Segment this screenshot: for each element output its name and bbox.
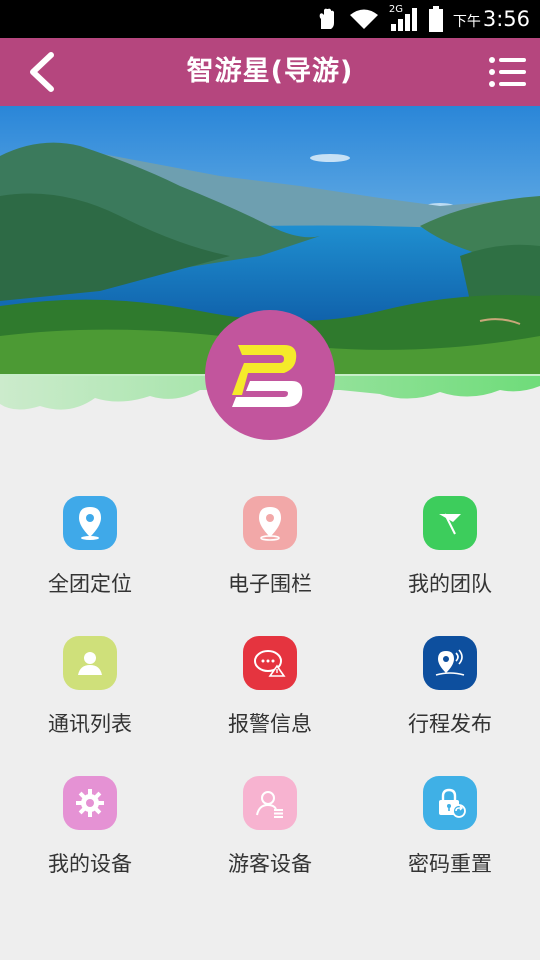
time-period: 下午 (452, 14, 481, 30)
menu-item-label: 电子围栏 (228, 572, 312, 596)
alarm-message-icon (243, 636, 297, 690)
location-pin-icon (63, 496, 117, 550)
grid-row: 全团定位 电子围栏 我的团队 (0, 480, 540, 600)
tourist-device-icon (243, 776, 297, 830)
menu-item-contact-list[interactable]: 通讯列表 (0, 620, 180, 740)
app-bar: 智游星(导游) (0, 38, 540, 106)
glove-notification-icon (319, 8, 334, 29)
menu-item-label: 我的设备 (48, 852, 132, 876)
wifi-icon (349, 9, 378, 29)
menu-item-label: 游客设备 (228, 852, 312, 876)
app-logo (205, 310, 335, 440)
menu-item-label: 全团定位 (48, 572, 132, 596)
lock-reset-icon (423, 776, 477, 830)
time: 3:56 (482, 7, 530, 31)
menu-item-alarm-info[interactable]: 报警信息 (180, 620, 360, 740)
clock: 下午 3:56 (453, 7, 530, 31)
menu-item-label: 密码重置 (408, 852, 492, 876)
menu-item-password-reset[interactable]: 密码重置 (360, 760, 540, 880)
menu-item-geofence[interactable]: 电子围栏 (180, 480, 360, 600)
team-flag-icon (423, 496, 477, 550)
list-menu-icon (489, 57, 526, 87)
grid-row: 我的设备 游客设备 密码重置 (0, 760, 540, 880)
battery-icon (428, 6, 443, 32)
itinerary-broadcast-icon (423, 636, 477, 690)
page-title: 智游星(导游) (186, 56, 354, 87)
fence-pin-icon (243, 496, 297, 550)
grid-row: 通讯列表 报警信息 行程发布 (0, 620, 540, 740)
menu-item-tourist-device[interactable]: 游客设备 (180, 760, 360, 880)
status-icons: 2G 下午 3:56 (317, 0, 530, 38)
menu-item-itinerary-publish[interactable]: 行程发布 (360, 620, 540, 740)
menu-item-group-location[interactable]: 全团定位 (0, 480, 180, 600)
menu-item-label: 我的团队 (408, 572, 492, 596)
status-bar: 2G 下午 3:56 (0, 0, 540, 38)
menu-item-my-device[interactable]: 我的设备 (0, 760, 180, 880)
menu-button[interactable] (486, 50, 530, 94)
signal-strength-icon: 2G (389, 4, 419, 32)
contact-person-icon (63, 636, 117, 690)
gear-icon (63, 776, 117, 830)
menu-item-my-team[interactable]: 我的团队 (360, 480, 540, 600)
b-logo-icon (232, 345, 303, 407)
menu-item-label: 报警信息 (228, 712, 312, 736)
menu-item-label: 行程发布 (408, 712, 492, 736)
menu-item-label: 通讯列表 (48, 712, 132, 736)
